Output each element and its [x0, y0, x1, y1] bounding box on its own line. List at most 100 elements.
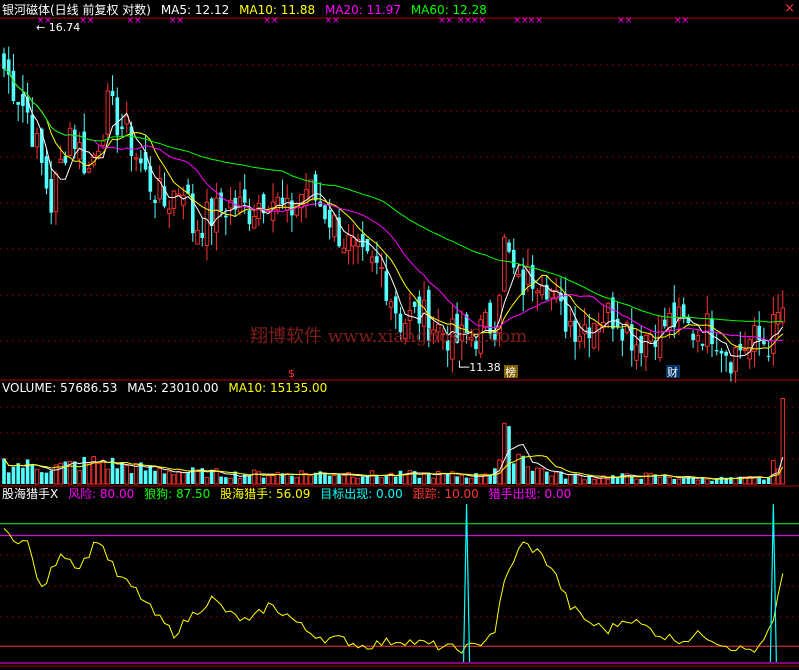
candle-body [209, 198, 214, 226]
volume-bar [530, 470, 535, 484]
candle-body [133, 157, 139, 160]
candle-body [742, 348, 748, 352]
volume-bar [695, 479, 701, 485]
candle-body [615, 318, 620, 328]
volume-bar [91, 456, 96, 485]
min-price-label: └─11.38 [456, 360, 501, 374]
volume-bar [124, 465, 129, 485]
candle-body [100, 140, 106, 146]
candle-body [634, 344, 639, 361]
volume-bar [393, 476, 398, 484]
volume-bar [686, 476, 691, 484]
volume-bar [535, 467, 540, 485]
volume-bar [355, 477, 361, 485]
volume-bar [582, 479, 587, 485]
volume-bar [30, 464, 35, 484]
candle-body [516, 273, 521, 277]
signal-marker: ×× [528, 16, 543, 26]
candle-body [643, 334, 649, 358]
candle-body [568, 320, 573, 327]
watermark-text: 翔博软件 www.xiangbosoft.com [250, 326, 527, 347]
volume-bar [251, 469, 257, 485]
volume-bar [44, 472, 49, 484]
candle-body [2, 53, 6, 69]
volume-bar [195, 469, 200, 485]
volume-bar [521, 455, 525, 484]
volume-bar [559, 471, 563, 484]
candle-body [780, 307, 786, 323]
volume-bar [191, 467, 195, 484]
volume-bar [620, 473, 625, 484]
volume-bar [427, 472, 431, 484]
candle-body [224, 215, 228, 218]
volume-bar [676, 478, 682, 485]
volume-bar [143, 470, 148, 484]
signal-marker: ×× [37, 16, 52, 26]
candle-body [502, 236, 507, 292]
candle-body [360, 234, 365, 248]
candle-body [284, 197, 290, 211]
candle-body [337, 217, 341, 247]
volume-bar [431, 477, 436, 485]
volume-bar [507, 426, 511, 484]
volume-bar [323, 472, 327, 484]
candle-body [663, 319, 667, 327]
volume-bar [166, 470, 172, 485]
volume-bar [369, 470, 375, 485]
candle-body [388, 301, 394, 308]
candle-body [752, 325, 757, 352]
volume-bar [545, 471, 549, 484]
volume-bar [667, 476, 672, 485]
signal-marker: ×× [617, 16, 632, 26]
candle-body [16, 101, 20, 105]
candle-body [611, 297, 615, 329]
candle-body [49, 178, 53, 213]
volume-bar [63, 461, 68, 484]
kline-chart-window: { "price_header": { "title": "银河磁体(日线 前复… [0, 0, 799, 670]
candle-body [115, 97, 120, 136]
volume-bar [629, 476, 634, 484]
candle-body [365, 239, 370, 252]
candle-body [535, 290, 540, 294]
volume-bar [539, 468, 545, 485]
volume-bar [705, 478, 710, 485]
volume-bar [6, 472, 11, 484]
volume-bar [568, 474, 573, 485]
volume-bar [25, 459, 30, 484]
volume-bar [445, 473, 450, 484]
volume-bar [77, 470, 82, 485]
volume-bar [157, 468, 163, 485]
volume-bar [290, 475, 294, 484]
volume-bar [332, 474, 337, 485]
candle-body [384, 271, 389, 301]
volume-bar [502, 422, 507, 485]
volume-bar [766, 478, 771, 484]
candle-body [181, 194, 186, 206]
volume-bar [553, 472, 559, 485]
volume-bar [493, 468, 497, 484]
volume-bar [120, 462, 124, 484]
candle-body [332, 214, 337, 238]
candle-body [719, 350, 724, 354]
candle-body [511, 249, 516, 268]
tag-red: $ [288, 367, 295, 380]
volume-bar [186, 472, 190, 484]
candle-body [771, 314, 776, 354]
candle-body [573, 320, 577, 342]
volume-bar [266, 475, 271, 485]
volume-bar [284, 473, 290, 485]
volume-bar [2, 458, 6, 484]
candle-body [195, 229, 200, 245]
volume-bar [478, 476, 483, 485]
chart-canvas[interactable]: ← 16.74└─11.38翔博软件 www.xiangbosoft.com榜财… [0, 0, 799, 670]
volume-bar [563, 478, 568, 484]
candle-body [73, 129, 77, 149]
volume-bar [34, 469, 40, 485]
candle-body [733, 347, 738, 372]
volume-bar [762, 479, 766, 484]
volume-bar [341, 475, 347, 485]
signal-marker: ×× [263, 16, 278, 26]
candle-body [327, 209, 332, 228]
signal-marker: ×× [438, 16, 453, 26]
volume-bar [643, 472, 649, 485]
